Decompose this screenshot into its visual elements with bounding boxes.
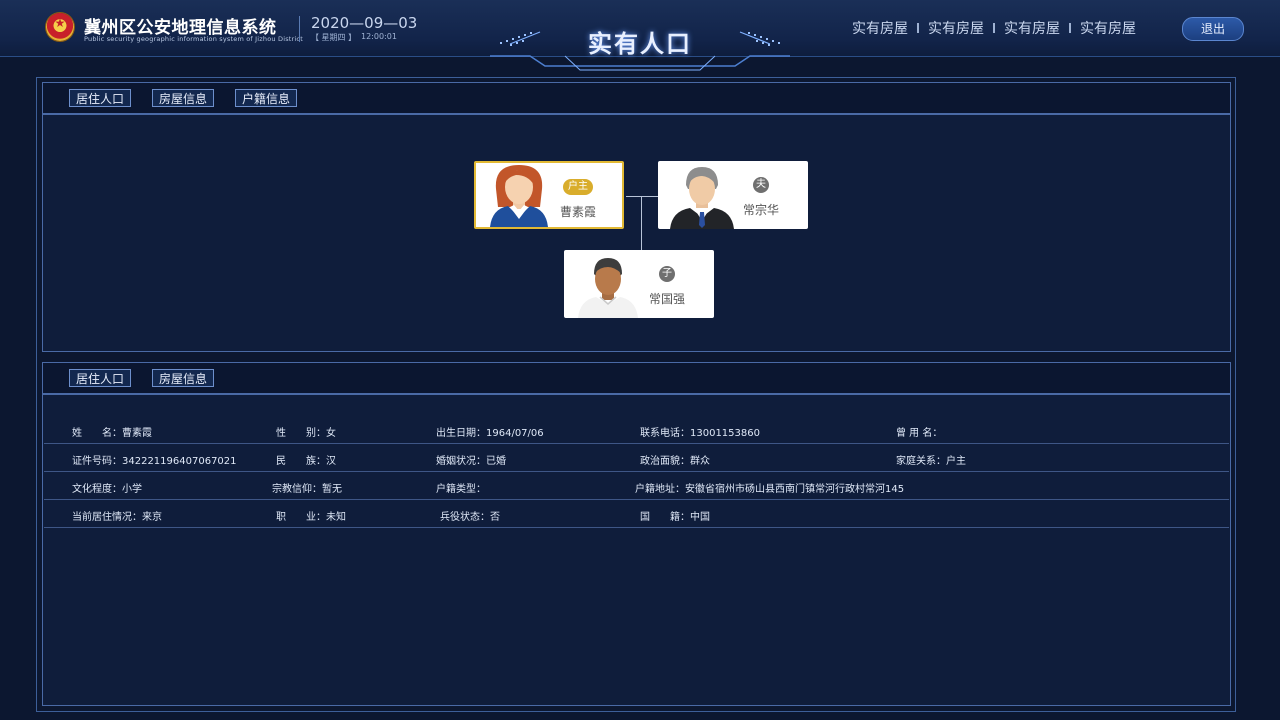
field-ethnicity: 民 族：汉: [276, 456, 336, 467]
field-id-number: 证件号码：342221196407067021: [72, 456, 237, 467]
field-military-status: 兵役状态：否: [440, 512, 500, 523]
tree-connector-spouse: [626, 196, 658, 197]
police-emblem-icon: ★: [46, 13, 74, 41]
field-registration-type: 户籍类型：: [436, 484, 486, 495]
system-subtitle: Public security geographic information s…: [84, 35, 303, 43]
field-education: 文化程度：小学: [72, 484, 142, 495]
page-title: 实有人口: [588, 30, 692, 58]
member-name: 常国强: [649, 292, 686, 306]
nav-item-houses-1[interactable]: 实有房屋: [852, 18, 908, 38]
nav-item-houses-4[interactable]: 实有房屋: [1080, 18, 1136, 38]
field-religion: 宗教信仰：暂无: [272, 484, 342, 495]
top-tab-bar: 居住人口 房屋信息 户籍信息: [43, 83, 1230, 115]
field-former-name: 曾 用 名：: [896, 428, 943, 439]
family-member-card[interactable]: 户主 曹素霞: [474, 161, 624, 229]
top-nav: 实有房屋 实有房屋 实有房屋 实有房屋: [852, 18, 1136, 38]
detail-row: 姓 名：曹素霞 性 别：女 出生日期：1964/07/06 联系电话：13001…: [44, 416, 1229, 444]
family-tree-panel: 居住人口 房屋信息 户籍信息 户主 曹素霞 夫 常宗华 子 常国强: [42, 82, 1231, 352]
nav-separator: [917, 23, 919, 33]
male-avatar-icon: [578, 258, 638, 318]
relation-badge: 夫: [753, 177, 769, 193]
field-phone: 联系电话：13001153860: [640, 428, 760, 439]
current-weekday: 【 星期四 】: [311, 33, 357, 42]
field-nationality: 国 籍：中国: [640, 512, 710, 523]
male-avatar-icon: [670, 167, 734, 229]
field-birth-date: 出生日期：1964/07/06: [436, 428, 544, 439]
nav-item-houses-2[interactable]: 实有房屋: [928, 18, 984, 38]
detail-row: 证件号码：342221196407067021 民 族：汉 婚姻状况：已婚 政治…: [44, 444, 1229, 472]
current-date: 2020—09—03: [311, 14, 418, 32]
bottom-tab-bar: 居住人口 房屋信息: [43, 363, 1230, 395]
field-registration-address: 户籍地址：安徽省宿州市砀山县西南门镇常河行政村常河145: [635, 484, 905, 495]
field-name: 姓 名：曹素霞: [72, 428, 152, 439]
tree-connector-child: [641, 196, 642, 250]
member-name: 曹素霞: [560, 205, 597, 219]
field-residence-status: 当前居住情况：来京: [72, 512, 162, 523]
family-member-card[interactable]: 夫 常宗华: [658, 161, 808, 229]
detail-row: 文化程度：小学 宗教信仰：暂无 户籍类型： 户籍地址：安徽省宿州市砀山县西南门镇…: [44, 472, 1229, 500]
field-marital-status: 婚姻状况：已婚: [436, 456, 506, 467]
female-avatar-icon: [490, 165, 548, 227]
field-family-relation: 家庭关系：户主: [896, 456, 966, 467]
nav-separator: [1069, 23, 1071, 33]
tab-resident-population[interactable]: 居住人口: [69, 369, 132, 387]
page-title-plate: 实有人口: [470, 0, 810, 72]
tab-resident-population[interactable]: 居住人口: [69, 89, 132, 107]
family-member-card[interactable]: 子 常国强: [564, 250, 714, 318]
logout-button[interactable]: 退出: [1182, 17, 1244, 41]
field-occupation: 职 业：未知: [276, 512, 346, 523]
detail-row: 当前居住情况：来京 职 业：未知 兵役状态：否 国 籍：中国: [44, 500, 1229, 528]
field-gender: 性 别：女: [276, 428, 336, 439]
tab-house-info[interactable]: 房屋信息: [152, 369, 215, 387]
current-time: 12:00:01: [361, 32, 397, 41]
person-detail-panel: 居住人口 房屋信息 姓 名：曹素霞 性 别：女 出生日期：1964/07/06 …: [42, 362, 1231, 706]
relation-badge: 子: [659, 266, 675, 282]
field-political-status: 政治面貌：群众: [640, 456, 710, 467]
nav-separator: [993, 23, 995, 33]
tab-house-info[interactable]: 房屋信息: [152, 89, 215, 107]
header-divider: [299, 16, 300, 42]
nav-item-houses-3[interactable]: 实有房屋: [1004, 18, 1060, 38]
member-name: 常宗华: [743, 203, 780, 217]
tab-household-registration[interactable]: 户籍信息: [235, 89, 298, 107]
relation-badge: 户主: [563, 179, 593, 195]
